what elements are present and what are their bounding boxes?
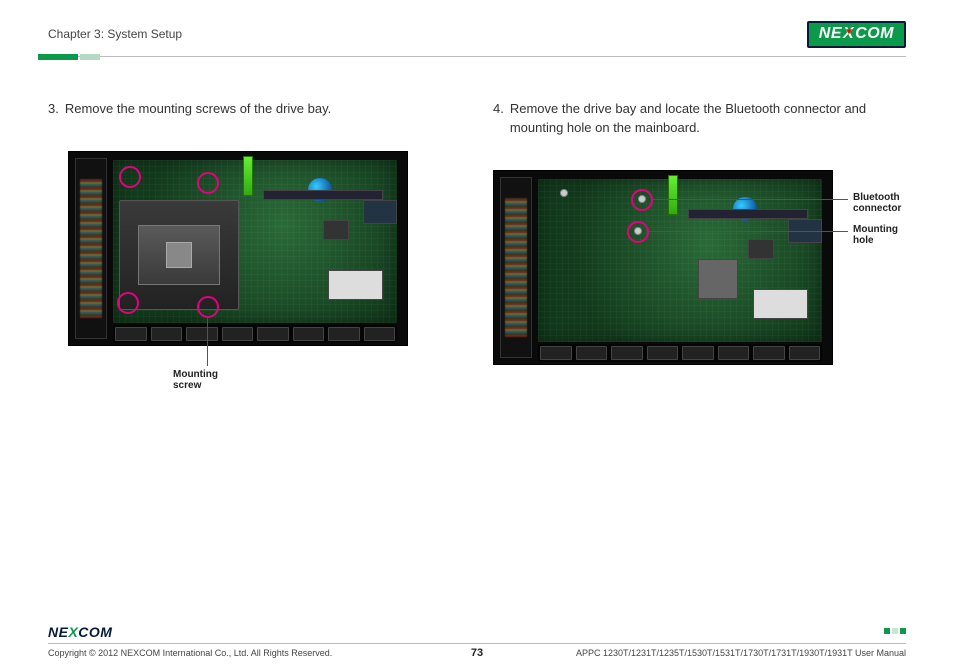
step-4-text: 4. Remove the drive bay and locate the B… bbox=[493, 100, 906, 138]
label-mounting-screw: Mounting screw bbox=[173, 369, 218, 392]
board-photo-2 bbox=[493, 170, 833, 365]
footer-page-number: 73 bbox=[471, 647, 483, 659]
label-mounting-hole: Mounting hole bbox=[853, 224, 898, 247]
footer-corner-ornament bbox=[884, 628, 906, 634]
step-3-body: Remove the mounting screws of the drive … bbox=[65, 100, 461, 119]
logo-text-com: COM bbox=[855, 25, 894, 43]
label-bluetooth-connector: Bluetooth connector bbox=[853, 192, 901, 215]
step-4-body: Remove the drive bay and locate the Blue… bbox=[510, 100, 906, 138]
figure-step-4: Bluetooth connector Mounting hole bbox=[493, 170, 906, 365]
step-3-text: 3. Remove the mounting screws of the dri… bbox=[48, 100, 461, 119]
footer-manual-id: APPC 1230T/1231T/1235T/1530T/1531T/1730T… bbox=[576, 648, 906, 658]
nexcom-logo-small: NEXCOM bbox=[48, 624, 112, 640]
header-divider bbox=[48, 54, 906, 60]
chapter-title: Chapter 3: System Setup bbox=[48, 27, 182, 41]
step-4-number: 4. bbox=[493, 100, 504, 138]
logo-text-ne: NE bbox=[819, 25, 842, 43]
page-footer: NEXCOM Copyright © 2012 NEXCOM Internati… bbox=[48, 643, 906, 658]
footer-copyright: Copyright © 2012 NEXCOM International Co… bbox=[48, 648, 332, 658]
board-photo-1 bbox=[68, 151, 408, 346]
step-3-number: 3. bbox=[48, 100, 59, 119]
nexcom-logo: NEXCOM bbox=[807, 21, 906, 48]
logo-text-x: X bbox=[842, 25, 855, 43]
figure-step-3: Mounting screw bbox=[68, 151, 461, 346]
